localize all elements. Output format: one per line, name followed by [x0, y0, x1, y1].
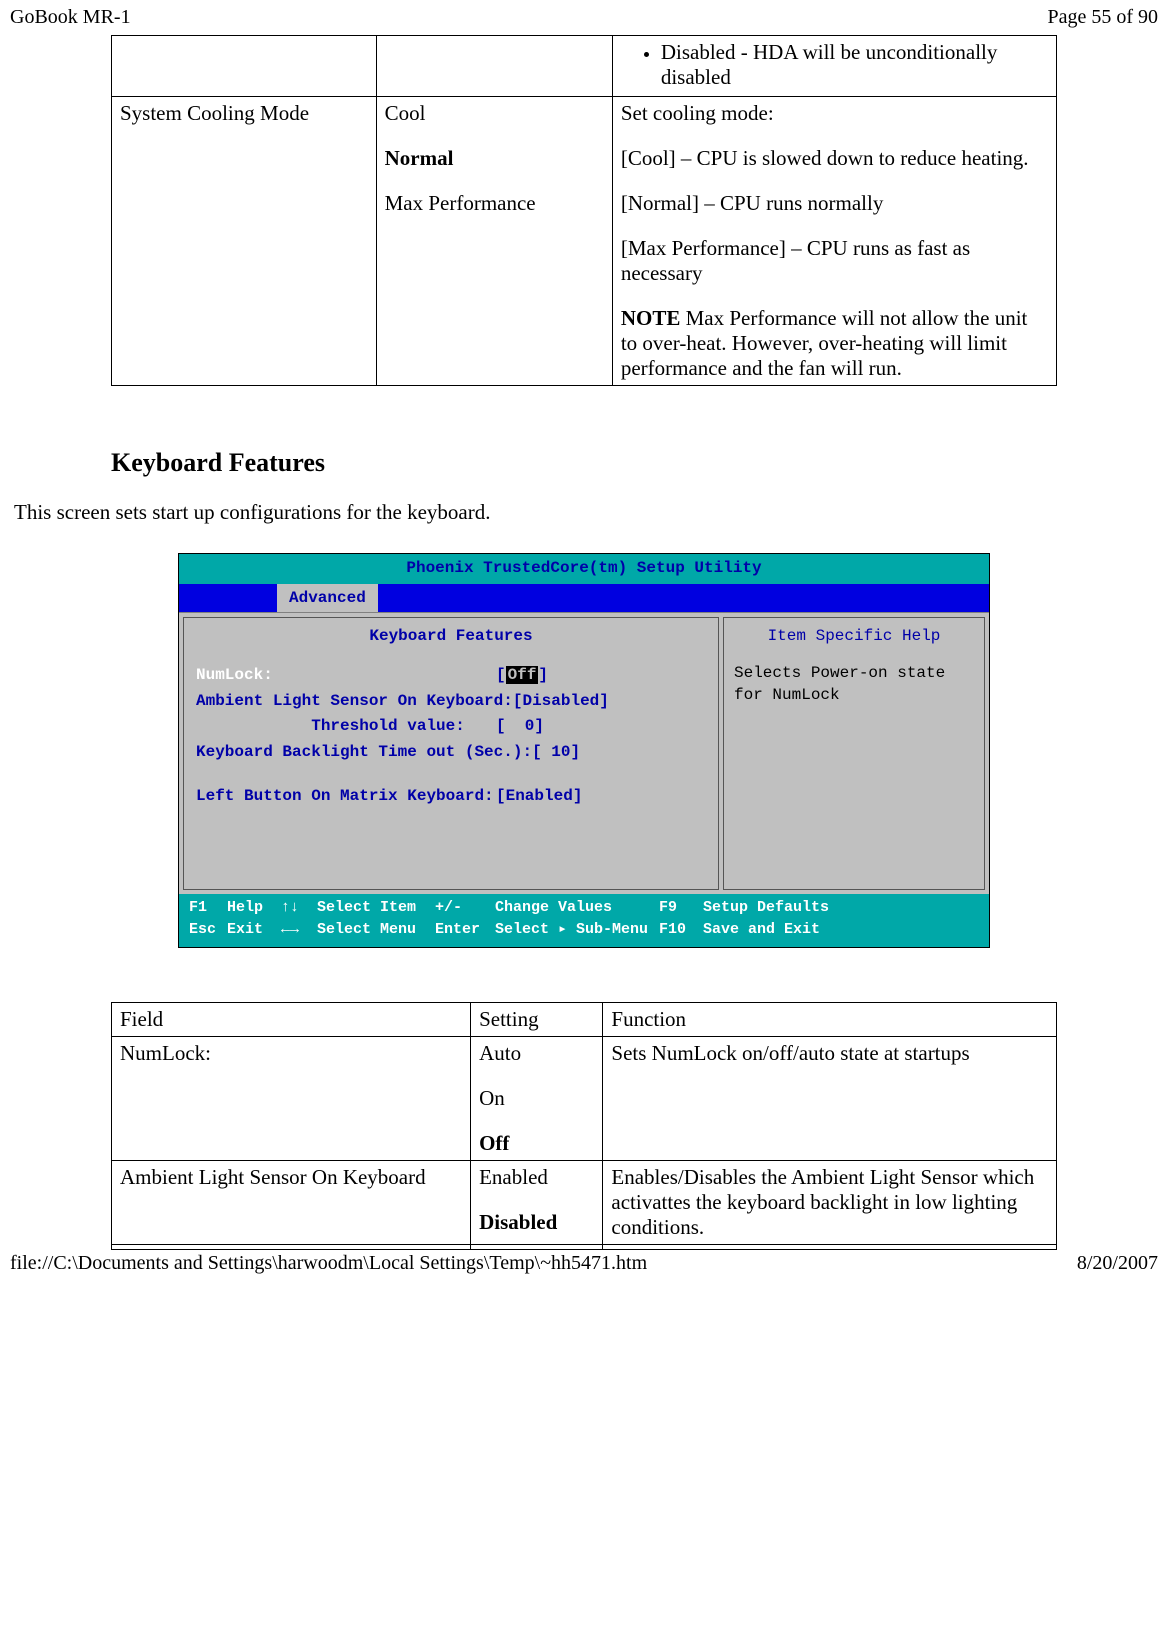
setting-option: Normal	[385, 146, 604, 171]
bios-row: Left Button On Matrix Keyboard:[Enabled]	[196, 786, 706, 808]
function-text: Set cooling mode:	[621, 101, 1048, 126]
file-path: file://C:\Documents and Settings\harwood…	[10, 1252, 647, 1275]
bios-row-value: [ 0]	[496, 716, 544, 738]
bios-tab-advanced: Advanced	[277, 584, 378, 612]
cell-setting: Enabled Disabled	[471, 1160, 603, 1244]
cell-field	[112, 36, 377, 97]
cell-field: Ambient Light Sensor On Keyboard	[112, 1160, 471, 1244]
bios-row: Threshold value:[ 0]	[196, 716, 706, 738]
bios-footer-cell: Select ▸ Sub-Menu	[495, 920, 659, 940]
cell-function: Sets NumLock on/off/auto state at startu…	[603, 1036, 1057, 1160]
bios-footer-cell: Esc	[189, 920, 227, 940]
setting-option: On	[479, 1086, 594, 1111]
bios-row-label: NumLock:	[196, 665, 496, 687]
bios-footer-cell: ↑↓	[281, 898, 317, 918]
page-indicator: Page 55 of 90	[1047, 6, 1158, 29]
section-description: This screen sets start up configurations…	[6, 500, 1162, 525]
table-header-row: Field Setting Function	[112, 1002, 1057, 1036]
bios-row-label: Threshold value:	[196, 716, 496, 738]
setting-option: Max Performance	[385, 191, 604, 216]
doc-title: GoBook MR-1	[10, 6, 131, 29]
file-date: 8/20/2007	[1077, 1252, 1158, 1275]
bios-help-panel: Item Specific Help Selects Power-on stat…	[723, 617, 985, 891]
function-text: [Cool] – CPU is slowed down to reduce he…	[621, 146, 1048, 171]
bios-row-value: [ 10]	[532, 742, 580, 764]
bios-footer-cell: F1	[189, 898, 227, 918]
bios-footer-cell: Change Values	[495, 898, 659, 918]
bios-row-value: [Off]	[496, 665, 548, 687]
bios-row: Keyboard Backlight Time out (Sec.):[ 10]	[196, 742, 706, 764]
cell-function: Set cooling mode: [Cool] – CPU is slowed…	[612, 97, 1056, 386]
table-row: Disabled - HDA will be unconditionally d…	[112, 36, 1057, 97]
function-text: [Max Performance] – CPU runs as fast as …	[621, 236, 1048, 286]
cell-setting: Auto On Off	[471, 1036, 603, 1160]
bios-footer-cell: Setup Defaults	[703, 898, 979, 918]
bios-footer-cell: +/-	[435, 898, 495, 918]
table-row: NumLock: Auto On Off Sets NumLock on/off/aut…	[112, 1036, 1057, 1160]
bios-row-label: Left Button On Matrix Keyboard:	[196, 786, 496, 808]
bios-footer-cell: Save and Exit	[703, 920, 979, 940]
bios-footer-cell: Select Item	[317, 898, 435, 918]
bios-help-title: Item Specific Help	[734, 626, 974, 648]
setting-option: Enabled	[479, 1165, 594, 1190]
bullet-text: Disabled - HDA will be unconditionally d…	[661, 40, 998, 89]
bios-row	[196, 768, 706, 782]
setting-option: Cool	[385, 101, 604, 126]
bios-row-value: [Disabled]	[513, 691, 609, 713]
setting-option: Off	[479, 1131, 594, 1156]
setting-option: Disabled	[479, 1210, 594, 1235]
bios-row-label: Ambient Light Sensor On Keyboard:	[196, 691, 513, 713]
bios-row-label: Keyboard Backlight Time out (Sec.):	[196, 742, 532, 764]
bios-footer-cell: Enter	[435, 920, 495, 940]
bios-row: NumLock:[Off]	[196, 665, 706, 687]
cell-function: Enables/Disables the Ambient Light Senso…	[603, 1160, 1057, 1244]
cell-setting	[376, 36, 612, 97]
bios-footer-cell: F9	[659, 898, 703, 918]
col-header: Field	[112, 1002, 471, 1036]
bios-footer-cell: Help	[227, 898, 281, 918]
bios-screenshot: Phoenix TrustedCore(tm) Setup Utility Ad…	[178, 553, 990, 948]
cell-setting: Cool Normal Max Performance	[376, 97, 612, 386]
settings-table-top: Disabled - HDA will be unconditionally d…	[111, 35, 1057, 386]
bios-left-panel: Keyboard Features NumLock:[Off] Ambient L…	[183, 617, 719, 891]
bios-help-text: Selects Power-on state for NumLock	[734, 663, 974, 706]
cell-function: Disabled - HDA will be unconditionally d…	[612, 36, 1056, 97]
bios-footer-cell: Exit	[227, 920, 281, 940]
settings-table-bottom: Field Setting Function NumLock: Auto On Off…	[111, 1002, 1057, 1245]
col-header: Setting	[471, 1002, 603, 1036]
bios-tabs: Advanced	[179, 584, 989, 612]
function-text: [Normal] – CPU runs normally	[621, 191, 1048, 216]
cell-field: NumLock:	[112, 1036, 471, 1160]
table-row: Ambient Light Sensor On Keyboard Enabled D…	[112, 1160, 1057, 1244]
section-heading: Keyboard Features	[111, 448, 1057, 478]
bios-footer-cell: F10	[659, 920, 703, 940]
bios-title: Phoenix TrustedCore(tm) Setup Utility	[179, 554, 989, 584]
bios-panel-title: Keyboard Features	[196, 626, 706, 648]
bios-row: Ambient Light Sensor On Keyboard:[Disabl…	[196, 691, 706, 713]
bios-footer-cell: Select Menu	[317, 920, 435, 940]
cell-field: System Cooling Mode	[112, 97, 377, 386]
function-note: NOTE Max Performance will not allow the …	[621, 306, 1048, 381]
col-header: Function	[603, 1002, 1057, 1036]
bios-row-value: [Enabled]	[496, 786, 582, 808]
setting-option: Auto	[479, 1041, 594, 1066]
list-item: Disabled - HDA will be unconditionally d…	[661, 40, 1048, 90]
bios-footer: F1Help↑↓Select Item+/-Change ValuesF9Set…	[179, 894, 989, 947]
bios-footer-cell: ←→	[281, 920, 317, 940]
table-row: System Cooling Mode Cool Normal Max Perf…	[112, 97, 1057, 386]
